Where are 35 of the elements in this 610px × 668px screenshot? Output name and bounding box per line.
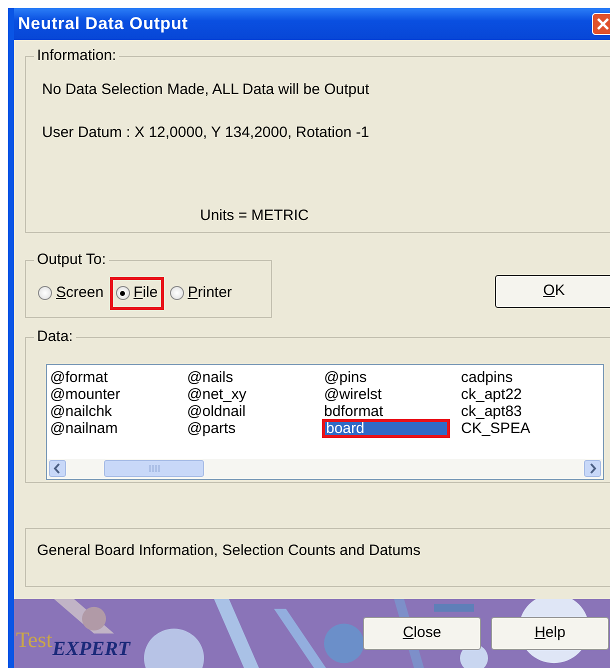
data-list[interactable]: @format @mounter @nailchk @nailnam @nails @net_xy @oldnail @parts @pins @wirelst bdformat board cadpins ck_apt22 ck_apt83 CK_SPEA [46, 364, 604, 480]
list-item[interactable]: @nails [186, 369, 312, 386]
list-item[interactable]: @mounter [49, 386, 175, 403]
list-item[interactable]: ck_apt22 [460, 386, 586, 403]
list-item[interactable]: bdformat [323, 403, 449, 420]
units-text: Units = METRIC [200, 206, 309, 226]
help-button[interactable]: Help [491, 617, 609, 650]
logo-text: EXPERT [52, 638, 130, 662]
window-title: Neutral Data Output [18, 13, 188, 36]
list-item[interactable]: board [323, 420, 449, 437]
list-item[interactable]: @pins [323, 369, 449, 386]
scroll-thumb[interactable] [104, 460, 204, 476]
ok-button[interactable]: OK [495, 275, 610, 308]
list-item[interactable]: @wirelst [323, 386, 449, 403]
list-item[interactable]: @format [49, 369, 175, 386]
scroll-right-icon[interactable] [584, 460, 601, 476]
close-icon[interactable] [592, 13, 610, 35]
info-text: No Data Selection Made, ALL Data will be Output [42, 80, 370, 100]
list-item[interactable]: @oldnail [186, 403, 312, 420]
list-item[interactable]: cadpins [460, 369, 586, 386]
list-item[interactable]: @parts [186, 420, 312, 437]
group-label: Output To: [34, 251, 109, 269]
close-button[interactable]: Close [363, 617, 481, 650]
logo-text: Test [16, 626, 52, 652]
info-text: User Datum : X 12,0000, Y 134,2000, Rotation -1 [42, 122, 370, 142]
list-item[interactable]: @net_xy [186, 386, 312, 403]
radio-option[interactable]: Printer [164, 277, 238, 310]
scroll-left-icon[interactable] [49, 460, 66, 476]
radio-option[interactable]: Screen [32, 277, 110, 310]
list-item[interactable]: @nailchk [49, 403, 175, 420]
list-item[interactable]: ck_apt83 [460, 403, 586, 420]
radio-option[interactable]: File [110, 277, 164, 310]
list-item[interactable]: @nailnam [49, 420, 175, 437]
list-item[interactable]: CK_SPEA [460, 420, 586, 437]
description-text: General Board Information, Selection Counts and Datums [37, 542, 421, 559]
